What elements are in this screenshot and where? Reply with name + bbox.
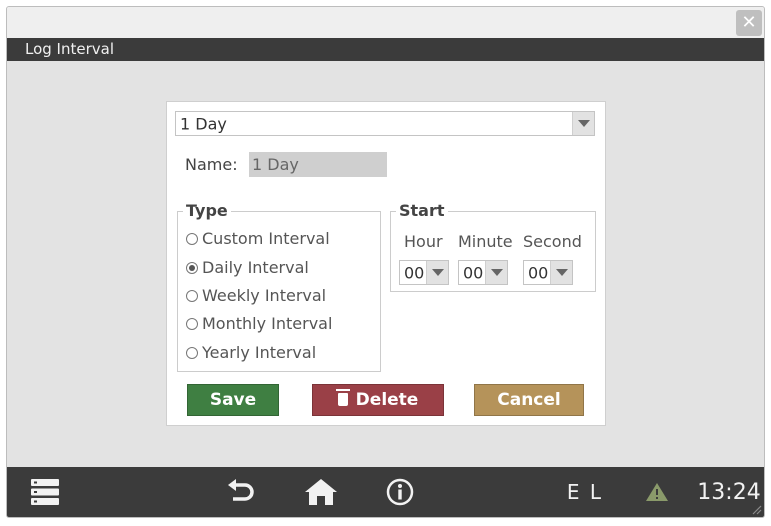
window-title: Log Interval [7,38,764,61]
resize-grip-icon[interactable] [750,503,762,515]
radio-label: Monthly Interval [202,314,333,333]
name-label: Name: [185,155,238,174]
radio-weekly-interval[interactable]: Weekly Interval [186,286,326,305]
radio-yearly-interval[interactable]: Yearly Interval [186,343,316,362]
radio-button[interactable] [186,346,198,359]
app-window: ✕ Log Interval 1 Day Name: Type Custom I… [6,6,765,518]
info-icon[interactable] [384,467,416,517]
start-group: Start Hour Minute Second 00 00 00 [390,201,596,292]
taskbar: E L 13:24 [7,467,764,517]
interval-select[interactable]: 1 Day [175,111,595,136]
radio-daily-interval[interactable]: Daily Interval [186,258,309,277]
delete-button[interactable]: Delete [312,384,444,416]
radio-button[interactable] [186,289,198,302]
hour-select-value: 00 [404,263,425,282]
trash-icon [335,389,350,406]
warning-icon[interactable] [643,467,671,517]
home-icon[interactable] [303,467,339,517]
delete-button-label: Delete [355,390,419,410]
radio-label: Weekly Interval [202,286,327,305]
log-interval-dialog: 1 Day Name: Type Custom Interval Daily I… [166,101,606,426]
chevron-down-icon [572,112,594,135]
name-input[interactable] [249,152,387,177]
second-select-value: 00 [528,263,549,282]
save-button-label: Save [209,390,257,410]
radio-button[interactable] [186,317,198,330]
minute-select-value: 00 [463,263,484,282]
start-legend: Start [396,201,448,220]
menu-icon[interactable] [29,467,61,517]
radio-button-selected[interactable] [186,261,198,274]
hour-label: Hour [404,232,443,251]
minute-label: Minute [458,232,513,251]
status-text: E L [566,480,604,504]
chevron-down-icon [485,261,507,284]
radio-monthly-interval[interactable]: Monthly Interval [186,314,332,333]
cancel-button-label: Cancel [497,390,561,410]
radio-label: Custom Interval [202,229,330,248]
type-group: Type Custom Interval Daily Interval Week… [177,201,381,372]
type-legend: Type [183,201,231,220]
hour-select[interactable]: 00 [399,260,449,285]
window-top-strip: ✕ [7,7,764,38]
interval-select-value: 1 Day [180,114,227,133]
chevron-down-icon [550,261,572,284]
save-button[interactable]: Save [187,384,279,416]
cancel-button[interactable]: Cancel [474,384,584,416]
radio-label: Yearly Interval [202,343,317,362]
close-button[interactable]: ✕ [736,10,762,36]
radio-label: Daily Interval [202,258,309,277]
chevron-down-icon [426,261,448,284]
back-icon[interactable] [225,467,259,517]
radio-custom-interval[interactable]: Custom Interval [186,229,330,248]
second-label: Second [523,232,582,251]
minute-select[interactable]: 00 [458,260,508,285]
radio-button[interactable] [186,232,198,245]
second-select[interactable]: 00 [523,260,573,285]
